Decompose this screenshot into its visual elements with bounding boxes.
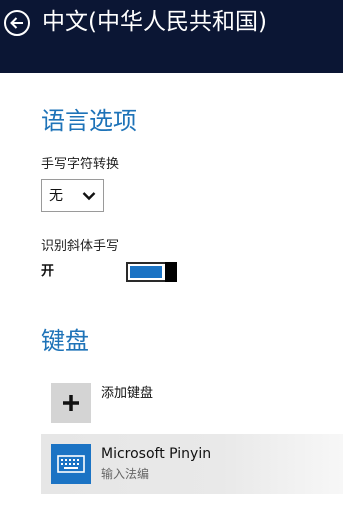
- page-title: 中文(中华人民共和国): [42, 9, 267, 35]
- add-keyboard-label[interactable]: 添加键盘: [101, 386, 153, 402]
- keyboard-tile: [51, 444, 91, 484]
- dropdown-selected-value: 无: [49, 188, 63, 204]
- back-button[interactable]: [4, 10, 30, 36]
- italic-handwriting-toggle[interactable]: [126, 262, 177, 282]
- plus-icon: [63, 395, 79, 411]
- language-options-heading: 语言选项: [41, 107, 137, 135]
- toggle-state-label: 开: [41, 264, 55, 279]
- header-bar: 中文(中华人民共和国): [0, 0, 343, 73]
- keyboard-name: Microsoft Pinyin: [101, 446, 212, 462]
- chevron-down-icon: [82, 192, 96, 201]
- keyboard-icon: [57, 455, 85, 473]
- handwriting-conversion-label: 手写字符转换: [41, 157, 120, 172]
- handwriting-conversion-dropdown[interactable]: 无: [41, 179, 104, 212]
- keyboards-heading: 键盘: [41, 327, 89, 355]
- add-keyboard-button[interactable]: [51, 383, 91, 423]
- toggle-fill: [130, 266, 162, 278]
- keyboard-list-item[interactable]: Microsoft Pinyin 输入法编: [41, 434, 343, 494]
- back-arrow-icon: [10, 17, 23, 29]
- toggle-thumb[interactable]: [165, 262, 177, 282]
- keyboard-subtitle: 输入法编: [101, 467, 150, 481]
- italic-handwriting-label: 识别斜体手写: [41, 239, 120, 254]
